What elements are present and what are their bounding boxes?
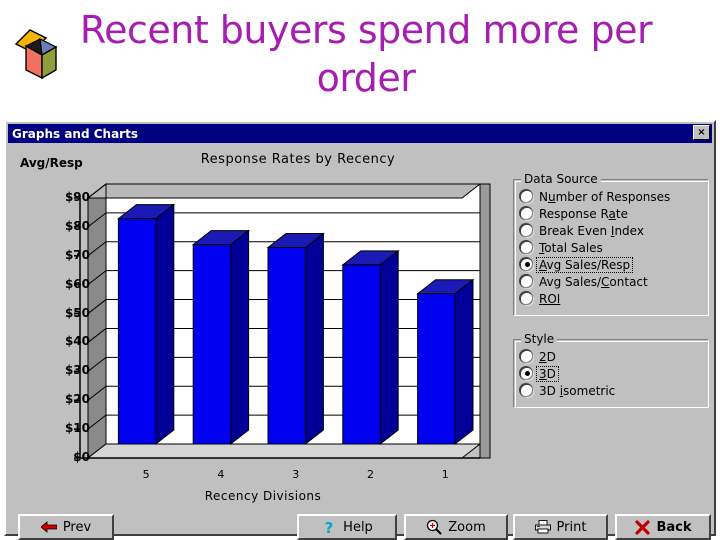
chart-bar	[266, 232, 325, 446]
chart-y-tick-label: $80	[64, 218, 90, 233]
style-option-2[interactable]: 3D isometric	[513, 382, 709, 399]
chart-bar	[341, 249, 400, 446]
window-client-area: Response Rates by Recency Avg/Resp Recen…	[8, 144, 712, 540]
question-mark-icon: ?	[321, 519, 337, 535]
radio-icon[interactable]	[521, 207, 533, 220]
radio-icon[interactable]	[521, 224, 533, 237]
chart-y-tick-label: $30	[64, 363, 90, 378]
chart-y-tick-label: $50	[64, 305, 90, 320]
radio-icon[interactable]	[521, 190, 533, 203]
print-button[interactable]: Print	[513, 514, 608, 540]
radio-icon[interactable]	[521, 292, 533, 305]
style-option-1[interactable]: 3D	[513, 365, 709, 382]
prev-button[interactable]: Prev	[18, 514, 114, 540]
style-option-label: 3D	[536, 365, 559, 382]
chart-bar	[416, 278, 475, 446]
print-button-label: Print	[556, 519, 587, 535]
slide: Recent buyers spend more per order Graph…	[0, 0, 720, 540]
options-panel: Data Source Number of Responses Response …	[513, 172, 709, 422]
data-source-group: Data Source Number of Responses Response …	[513, 172, 709, 316]
slide-title-area: Recent buyers spend more per order	[0, 0, 720, 118]
chart-y-tick-label: $90	[64, 190, 90, 204]
style-option-0[interactable]: 2D	[513, 348, 709, 365]
data-source-option-label: Avg Sales/Contact	[539, 274, 648, 289]
radio-icon[interactable]	[521, 384, 533, 397]
radio-icon[interactable]	[521, 241, 533, 254]
data-source-option-label: Response Rate	[539, 206, 628, 221]
data-source-option-label: Break Even Index	[539, 223, 644, 238]
data-source-option-4[interactable]: Avg Sales/Resp	[513, 256, 709, 273]
data-source-option-3[interactable]: Total Sales	[513, 239, 709, 256]
help-button[interactable]: ? Help	[297, 514, 397, 540]
svg-text:?: ?	[325, 519, 334, 535]
data-source-option-5[interactable]: Avg Sales/Contact	[513, 273, 709, 290]
data-source-option-0[interactable]: Number of Responses	[513, 188, 709, 205]
data-source-option-label: Number of Responses	[539, 189, 671, 204]
radio-icon[interactable]	[521, 258, 533, 271]
back-button[interactable]: Back	[615, 514, 711, 540]
radio-icon[interactable]	[521, 350, 533, 363]
data-source-option-label: Total Sales	[539, 240, 603, 255]
data-source-option-2[interactable]: Break Even Index	[513, 222, 709, 239]
left-arrow-icon	[40, 519, 57, 535]
data-source-option-label: Avg Sales/Resp	[535, 256, 634, 273]
red-x-icon	[634, 519, 650, 535]
window-title: Graphs and Charts	[12, 126, 138, 141]
graphs-and-charts-window: Graphs and Charts × Response Rates by Re…	[4, 120, 716, 540]
chart-y-tick-label: $70	[64, 247, 90, 262]
prev-button-label: Prev	[62, 519, 92, 535]
zoom-button[interactable]: Zoom	[404, 514, 508, 540]
chart-y-tick-label: $60	[64, 276, 90, 291]
back-button-label: Back	[656, 519, 692, 535]
style-group: Style 2D 3D 3D isometric	[513, 332, 709, 408]
data-source-legend: Data Source	[521, 172, 601, 186]
chart-y-tick-label: $20	[64, 392, 90, 407]
data-source-option-label: ROI	[539, 291, 561, 306]
radio-icon[interactable]	[521, 367, 533, 380]
close-icon[interactable]: ×	[693, 125, 710, 140]
data-source-option-1[interactable]: Response Rate	[513, 205, 709, 222]
style-option-label: 3D isometric	[539, 383, 616, 398]
chart-bar	[191, 229, 251, 446]
data-source-option-6[interactable]: ROI	[513, 290, 709, 307]
page-title: Recent buyers spend more per order	[79, 8, 653, 100]
style-legend: Style	[521, 332, 558, 346]
window-titlebar[interactable]: Graphs and Charts ×	[8, 124, 712, 143]
button-bar: Prev ? Help Zoom Print Back	[8, 426, 712, 540]
style-option-label: 2D	[539, 349, 556, 364]
chart-bar	[116, 203, 176, 446]
help-button-label: Help	[343, 519, 373, 535]
radio-icon[interactable]	[521, 275, 533, 288]
printer-icon	[534, 519, 551, 535]
magnifier-plus-icon	[426, 519, 442, 535]
zoom-button-label: Zoom	[448, 519, 486, 535]
chart-y-tick-label: $40	[64, 334, 90, 349]
